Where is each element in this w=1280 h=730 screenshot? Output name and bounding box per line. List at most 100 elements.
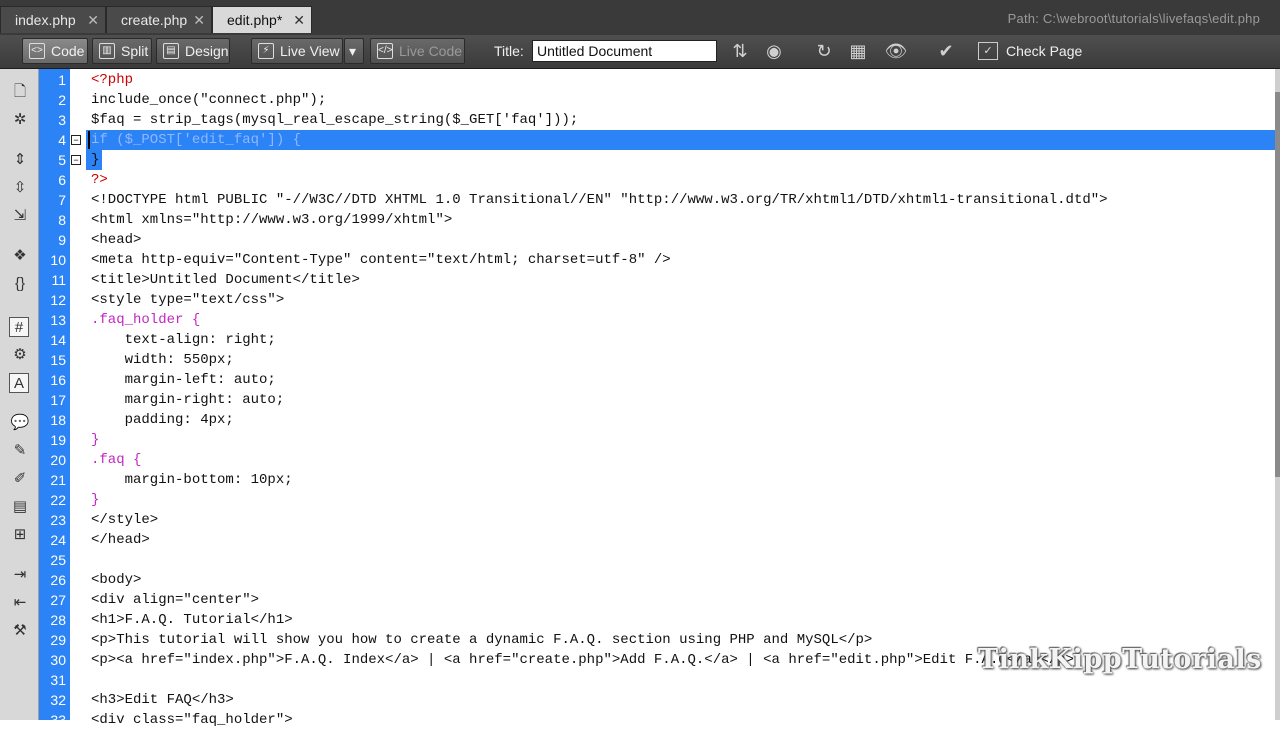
code-text[interactable]: } <box>91 150 99 170</box>
line-number: 1 <box>58 72 66 88</box>
code-text[interactable]: <!DOCTYPE html PUBLIC "-//W3C//DTD XHTML… <box>91 190 1108 210</box>
visual-aids-icon[interactable]: 👁 <box>884 39 908 63</box>
code-line[interactable]: 18 padding: 4px; <box>0 410 1276 430</box>
line-number: 14 <box>50 332 66 348</box>
code-line[interactable]: 9 <head> <box>0 230 1276 250</box>
code-line[interactable]: 28 <h1>F.A.Q. Tutorial</h1> <box>0 610 1276 630</box>
code-text[interactable]: margin-right: auto; <box>91 390 285 410</box>
file-path: Path: C:\webroot\tutorials\livefaqs\edit… <box>1007 11 1260 26</box>
live-view-button[interactable]: ⚡ Live View <box>251 38 343 64</box>
code-text[interactable]: if ($_POST['edit_faq']) { <box>91 130 301 150</box>
code-line[interactable]: 13 .faq_holder { <box>0 310 1276 330</box>
code-text[interactable]: <title>Untitled Document</title> <box>91 270 360 290</box>
code-text[interactable]: <head> <box>91 230 141 250</box>
refresh-icon[interactable]: ↻ <box>812 39 836 63</box>
code-line[interactable]: 7 <!DOCTYPE html PUBLIC "-//W3C//DTD XHTM… <box>0 190 1276 210</box>
design-view-button[interactable]: ▤ Design <box>156 38 230 64</box>
code-line[interactable]: 10 <meta http-equiv="Content-Type" conten… <box>0 250 1276 270</box>
code-text[interactable]: width: 550px; <box>91 350 234 370</box>
split-view-button[interactable]: ▥ Split <box>92 38 152 64</box>
line-number: 23 <box>50 512 66 528</box>
view-options-icon[interactable]: ▦ <box>846 39 870 63</box>
code-line[interactable]: 8 <html xmlns="http://www.w3.org/1999/xht… <box>0 210 1276 230</box>
code-text[interactable]: ?> <box>91 170 108 190</box>
text-cursor <box>88 131 90 149</box>
close-icon[interactable]: ✕ <box>87 7 99 34</box>
code-text[interactable]: <h3>Edit FAQ</h3> <box>91 690 234 710</box>
code-line[interactable]: 22} <box>0 490 1276 510</box>
code-view-button[interactable]: <> Code <box>22 38 88 64</box>
code-text[interactable]: text-align: right; <box>91 330 276 350</box>
code-text[interactable]: <meta http-equiv="Content-Type" content=… <box>91 250 671 270</box>
code-line[interactable]: 2 include_once("connect.php"); <box>0 90 1276 110</box>
live-code-button[interactable]: </> Live Code <box>370 38 465 64</box>
code-line[interactable]: 15 width: 550px; <box>0 350 1276 370</box>
line-number: 31 <box>50 672 66 688</box>
code-line[interactable]: 26 <body> <box>0 570 1276 590</box>
live-view-dropdown[interactable]: ▾ <box>344 38 364 64</box>
code-text[interactable]: </style> <box>91 510 158 530</box>
code-text[interactable]: <body> <box>91 570 141 590</box>
code-text[interactable]: .faq { <box>91 450 141 470</box>
tab-index-php[interactable]: index.php ✕ <box>0 6 106 33</box>
line-number: 24 <box>50 532 66 548</box>
code-text[interactable]: <html xmlns="http://www.w3.org/1999/xhtm… <box>91 210 452 230</box>
tab-edit-php[interactable]: edit.php* ✕ <box>212 6 312 33</box>
code-text[interactable]: } <box>91 490 99 510</box>
code-text[interactable]: <p>This tutorial will show you how to cr… <box>91 630 872 650</box>
code-text[interactable]: .faq_holder { <box>91 310 200 330</box>
code-text[interactable]: <div align="center"> <box>91 590 259 610</box>
code-view-label: Code <box>51 43 85 59</box>
code-text[interactable]: include_once("connect.php"); <box>91 90 326 110</box>
line-number: 32 <box>50 692 66 708</box>
code-line[interactable]: 16 margin-left: auto; <box>0 370 1276 390</box>
code-line[interactable]: 27 <div align="center"> <box>0 590 1276 610</box>
line-number: 21 <box>50 472 66 488</box>
code-text[interactable]: padding: 4px; <box>91 410 234 430</box>
document-title-field[interactable] <box>532 40 717 62</box>
code-text[interactable]: margin-left: auto; <box>91 370 276 390</box>
code-line[interactable]: 24 </head> <box>0 530 1276 550</box>
line-number: 16 <box>50 372 66 388</box>
preview-in-browser-icon[interactable]: ◉ <box>762 39 786 63</box>
code-line[interactable]: 3 $faq = strip_tags(mysql_real_escape_str… <box>0 110 1276 130</box>
code-text[interactable]: </head> <box>91 530 150 550</box>
close-icon[interactable]: ✕ <box>193 7 205 34</box>
code-text[interactable]: <p><a href="index.php">F.A.Q. Index</a> … <box>91 650 1074 670</box>
code-text[interactable]: <style type="text/css"> <box>91 290 284 310</box>
code-line[interactable]: 12 <style type="text/css"> <box>0 290 1276 310</box>
tab-create-php[interactable]: create.php ✕ <box>106 6 212 33</box>
code-line[interactable]: 17 margin-right: auto; <box>0 390 1276 410</box>
live-view-icon: ⚡ <box>258 43 274 59</box>
scrollbar-thumb[interactable] <box>1275 92 1280 477</box>
code-text[interactable]: $faq = strip_tags(mysql_real_escape_stri… <box>91 110 578 130</box>
code-line[interactable]: 1 <?php <box>0 70 1276 90</box>
code-line[interactable]: 20 .faq { <box>0 450 1276 470</box>
fold-toggle-icon[interactable]: − <box>71 155 81 165</box>
line-number: 19 <box>50 432 66 448</box>
code-line[interactable]: 33 <div class="faq_holder"> <box>0 710 1276 730</box>
code-line[interactable]: 14 text-align: right; <box>0 330 1276 350</box>
line-number: 26 <box>50 572 66 588</box>
code-text[interactable]: margin-bottom: 10px; <box>91 470 293 490</box>
document-tab-bar: index.php ✕ create.php ✕ edit.php* ✕ Pat… <box>0 0 1280 36</box>
fold-toggle-icon[interactable]: − <box>71 135 81 145</box>
close-icon[interactable]: ✕ <box>293 7 305 34</box>
code-line[interactable]: 32 <h3>Edit FAQ</h3> <box>0 690 1276 710</box>
file-management-icon[interactable]: ⇅ <box>728 39 752 63</box>
line-number: 3 <box>58 112 66 128</box>
code-line[interactable]: 4 if ($_POST['edit_faq']) {− <box>0 130 1276 150</box>
code-line[interactable]: 21 margin-bottom: 10px; <box>0 470 1276 490</box>
code-text[interactable]: } <box>91 430 99 450</box>
code-line[interactable]: 5} − <box>0 150 1276 170</box>
code-text[interactable]: <div class="faq_holder"> <box>91 710 293 730</box>
validate-markup-icon[interactable]: ✔ <box>934 39 958 63</box>
code-text[interactable]: <h1>F.A.Q. Tutorial</h1> <box>91 610 293 630</box>
code-line[interactable]: 25 <box>0 550 1276 570</box>
check-page-button[interactable]: ✓ Check Page <box>972 35 1082 68</box>
code-line[interactable]: 23 </style> <box>0 510 1276 530</box>
code-line[interactable]: 19} <box>0 430 1276 450</box>
code-line[interactable]: 11 <title>Untitled Document</title> <box>0 270 1276 290</box>
code-line[interactable]: 6 ?> <box>0 170 1276 190</box>
code-text[interactable]: <?php <box>91 70 133 90</box>
